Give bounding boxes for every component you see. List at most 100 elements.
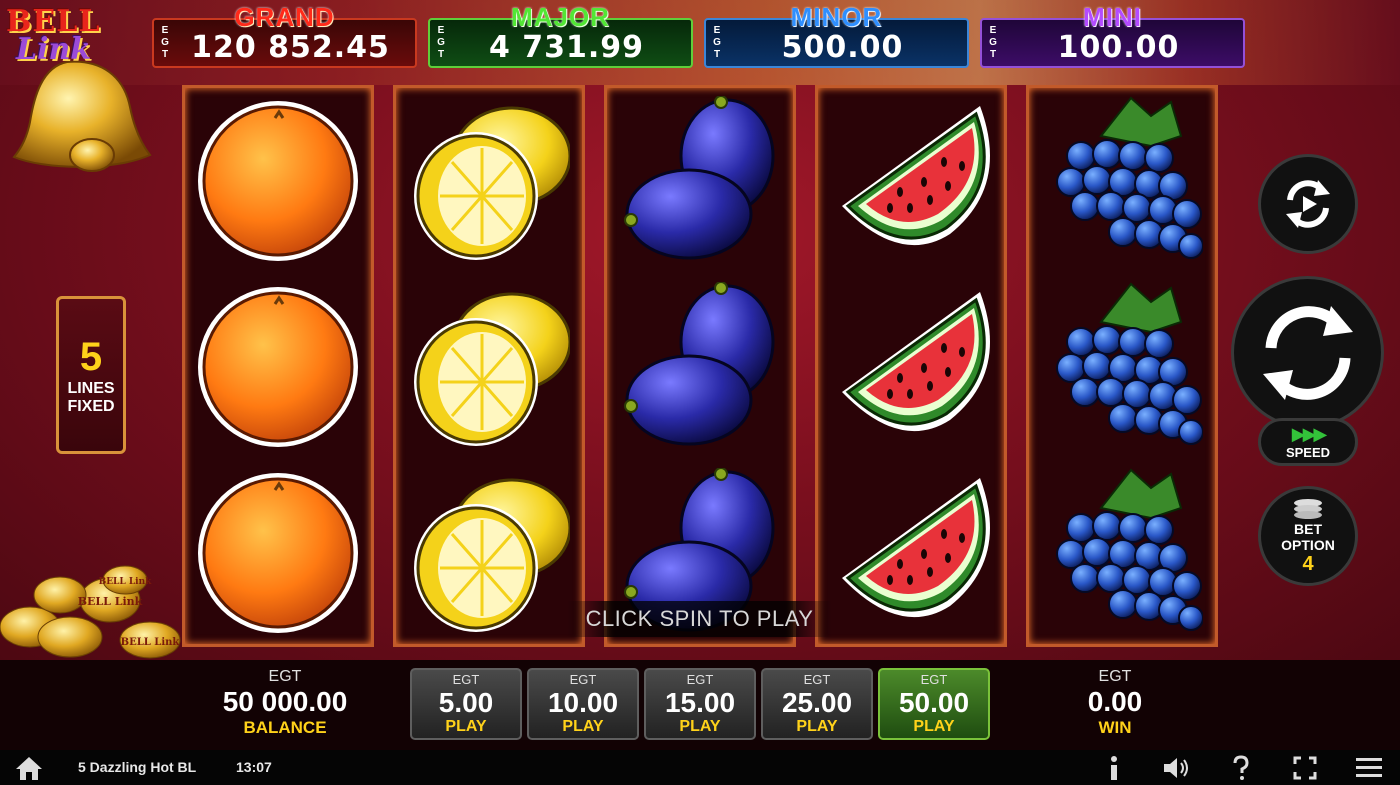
bet-option-button[interactable]: BET OPTION 4 xyxy=(1258,486,1358,586)
bet-value: 25.00 xyxy=(781,687,853,718)
grapes-symbol xyxy=(1029,274,1215,460)
bet-value: 15.00 xyxy=(664,687,736,718)
jackpot-major: MAJOR EGT 4 731.99 xyxy=(428,2,693,68)
watermelon-icon xyxy=(842,106,990,246)
option-label: OPTION xyxy=(1281,537,1335,553)
lines-fixed-badge: 5 LINES FIXED xyxy=(56,296,126,454)
bet-currency: EGT xyxy=(920,672,948,687)
jackpot-name: MAJOR xyxy=(511,2,610,32)
bet-button-25[interactable]: EGT 25.00 PLAY xyxy=(761,668,873,740)
fullscreen-icon[interactable] xyxy=(1290,754,1320,782)
play-label: PLAY xyxy=(679,718,721,735)
balance-label: BALANCE xyxy=(243,718,327,737)
menu-icon[interactable] xyxy=(1354,754,1384,782)
play-label: PLAY xyxy=(562,718,604,735)
win-currency: EGT xyxy=(1098,668,1132,685)
jackpot-value: 120 852.45 xyxy=(191,30,390,65)
lines-count: 5 xyxy=(79,335,103,379)
coin-label: BELL Link xyxy=(78,595,143,608)
logo-subtitle: Link xyxy=(16,32,92,67)
reel-4 xyxy=(815,85,1007,647)
orange-symbol xyxy=(185,88,371,274)
lemon-icon xyxy=(414,106,570,260)
info-icon[interactable] xyxy=(1099,754,1129,782)
win-amount: 0.00 xyxy=(1087,686,1143,717)
game-stage: BELL Link GRAND EGT 120 852.45 MAJOR EGT… xyxy=(0,0,1400,660)
bet-value: 50.00 xyxy=(898,687,970,718)
win-label: WIN xyxy=(1098,718,1132,737)
fixed-label: FIXED xyxy=(67,398,115,415)
help-icon[interactable] xyxy=(1226,754,1256,782)
grapes-symbol xyxy=(1029,88,1215,274)
orange-icon xyxy=(198,473,358,633)
bet-currency: EGT xyxy=(686,672,714,687)
reel-5 xyxy=(1026,85,1218,647)
fast-forward-icon: ▶▶▶ xyxy=(1291,424,1328,444)
play-label: PLAY xyxy=(796,718,838,735)
spin-icon xyxy=(1262,305,1353,400)
play-label: PLAY xyxy=(445,718,487,735)
lemon-symbol xyxy=(396,88,582,274)
autoplay-button[interactable] xyxy=(1258,154,1358,254)
gold-coins-decoration: BELL Link BELL Link BELL Link xyxy=(0,565,181,659)
lemon-icon xyxy=(414,478,570,632)
speed-button[interactable]: ▶▶▶ SPEED xyxy=(1258,418,1358,466)
bet-button-5[interactable]: EGT 5.00 PLAY xyxy=(410,668,522,740)
win-display: EGT 0.00 WIN xyxy=(1040,668,1190,738)
bell-link-logo: BELL Link xyxy=(2,2,152,177)
jackpot-value: 100.00 xyxy=(1057,30,1180,65)
jackpot-name: GRAND xyxy=(234,2,335,32)
plum-symbol xyxy=(607,88,793,274)
autoplay-icon xyxy=(1286,180,1330,228)
coin-stack-icon xyxy=(1294,499,1322,519)
lemon-icon xyxy=(414,292,570,446)
balance-amount: 50 000.00 xyxy=(222,686,348,717)
bet-currency: EGT xyxy=(569,672,597,687)
jackpot-value: 500.00 xyxy=(781,30,904,65)
game-name: 5 Dazzling Hot BL xyxy=(78,759,197,775)
watermelon-symbol xyxy=(818,460,1004,646)
jackpot-value: 4 731.99 xyxy=(488,30,645,65)
click-spin-message: CLICK SPIN TO PLAY xyxy=(567,601,832,637)
plum-icon xyxy=(624,96,775,260)
bet-button-10[interactable]: EGT 10.00 PLAY xyxy=(527,668,639,740)
lemon-symbol xyxy=(396,274,582,460)
bet-button-15[interactable]: EGT 15.00 PLAY xyxy=(644,668,756,740)
bet-button-50[interactable]: EGT 50.00 PLAY xyxy=(878,668,990,740)
reel-1 xyxy=(182,85,374,647)
bet-option-value: 4 xyxy=(1302,553,1314,575)
jackpot-mini: MINI EGT 100.00 xyxy=(980,2,1245,68)
orange-icon xyxy=(198,101,358,261)
watermelon-symbol xyxy=(818,274,1004,460)
orange-icon xyxy=(198,287,358,447)
jackpot-currency: EGT xyxy=(989,25,997,60)
plum-symbol xyxy=(607,274,793,460)
grapes-icon xyxy=(1056,96,1203,259)
watermelon-icon xyxy=(842,292,990,432)
coin-label: BELL Link xyxy=(121,637,181,648)
home-icon[interactable] xyxy=(14,754,44,782)
spin-button[interactable] xyxy=(1231,276,1384,429)
coin-label: BELL Link xyxy=(99,577,153,587)
reel-3 xyxy=(604,85,796,647)
jackpot-currency: EGT xyxy=(437,25,445,60)
lemon-symbol xyxy=(396,460,582,646)
clock: 13:07 xyxy=(236,759,272,775)
bet-currency: EGT xyxy=(452,672,480,687)
jackpot-name: MINI xyxy=(1083,2,1142,32)
bell-icon xyxy=(12,60,152,172)
grapes-icon xyxy=(1056,468,1203,631)
reel-2 xyxy=(393,85,585,647)
jackpot-name: MINOR xyxy=(790,2,883,32)
play-label: PLAY xyxy=(913,718,955,735)
grapes-icon xyxy=(1056,282,1203,445)
lines-label: LINES xyxy=(67,380,115,397)
speed-label: SPEED xyxy=(1285,445,1331,460)
watermelon-symbol xyxy=(818,88,1004,274)
orange-symbol xyxy=(185,274,371,460)
grapes-symbol xyxy=(1029,460,1215,646)
watermelon-icon xyxy=(842,478,990,618)
sound-icon[interactable] xyxy=(1162,754,1192,782)
bet-label: BET xyxy=(1294,521,1322,537)
orange-symbol xyxy=(185,460,371,646)
